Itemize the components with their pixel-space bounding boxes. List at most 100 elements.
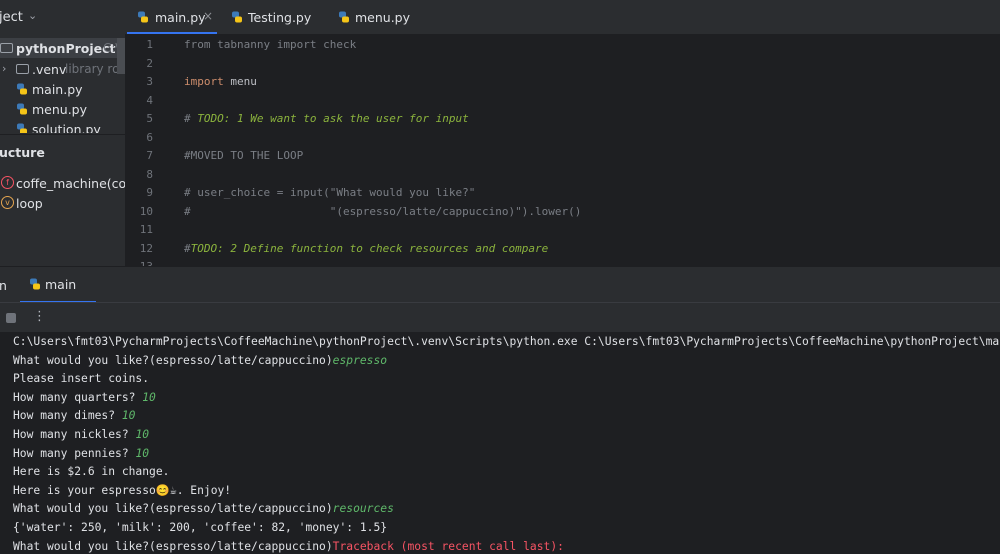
- code-line: #MOVED TO THE LOOP: [184, 149, 303, 162]
- line-number-gutter: 12345678910111213: [125, 34, 175, 273]
- code-line: from tabnanny import check: [184, 38, 356, 51]
- console-line: What would you like?(espresso/latte/capp…: [13, 354, 387, 367]
- line-number: 3: [146, 75, 153, 88]
- tree-item-menu-py[interactable]: menu.py: [0, 99, 125, 119]
- console-line: What would you like?(espresso/latte/capp…: [13, 502, 394, 515]
- code-token: #: [184, 112, 198, 125]
- tree-item-label: .venv: [32, 62, 67, 77]
- code-token: menu: [223, 75, 257, 88]
- run-console[interactable]: C:\Users\fmt03\PycharmProjects\CoffeeMac…: [0, 332, 1000, 554]
- code-token: # "(espresso/latte/cappuccino)").lower(): [184, 204, 582, 218]
- structure-item-coffe-machine[interactable]: f coffe_machine(coffee: [0, 173, 125, 193]
- tab-label: main.py: [155, 10, 206, 25]
- output-text: Here is your espresso😊☕. Enjoy!: [13, 483, 232, 497]
- python-file-icon: [17, 103, 27, 115]
- console-line: {'water': 250, 'milk': 200, 'coffee': 82…: [13, 521, 387, 534]
- editor-tab-bar: main.py × Testing.py menu.py: [125, 0, 1000, 35]
- code-token: #MOVED TO THE LOOP: [184, 149, 304, 162]
- run-tab-main[interactable]: main: [20, 267, 96, 303]
- line-number: 2: [146, 56, 153, 70]
- project-panel-header[interactable]: ject ⌄: [0, 0, 125, 34]
- line-number: 8: [146, 167, 153, 181]
- code-line: # TODO: 1 We want to ask the user for in…: [184, 112, 469, 125]
- console-line: Here is $2.6 in change.: [13, 465, 169, 478]
- user-input-text: 10: [142, 390, 156, 404]
- python-file-icon: [232, 11, 242, 23]
- tree-item-solution-py[interactable]: solution.py: [0, 119, 125, 133]
- code-line: # "(espresso/latte/cappuccino)").lower(): [184, 205, 581, 218]
- line-number: 9: [146, 186, 153, 199]
- line-number: 4: [146, 93, 153, 107]
- console-line: C:\Users\fmt03\PycharmProjects\CoffeeMac…: [13, 335, 1000, 348]
- close-icon[interactable]: ×: [203, 9, 213, 23]
- stop-icon[interactable]: [6, 313, 16, 323]
- console-line: Here is your espresso😊☕. Enjoy!: [13, 484, 231, 497]
- python-file-icon: [138, 11, 148, 23]
- code-token: import: [184, 75, 224, 88]
- output-text: How many nickles?: [13, 428, 136, 441]
- user-input-text: 10: [135, 446, 150, 460]
- output-text: Here is $2.6 in change.: [13, 465, 170, 479]
- line-number: 5: [146, 112, 153, 125]
- structure-item-loop[interactable]: v loop: [0, 193, 125, 213]
- user-input-text: 10: [135, 428, 150, 441]
- panel-divider: [0, 134, 125, 135]
- code-line: import menu: [184, 75, 257, 88]
- user-input-text: espresso: [332, 353, 388, 367]
- chevron-right-icon[interactable]: ›: [2, 62, 6, 75]
- python-file-icon: [339, 11, 349, 23]
- function-icon: f: [1, 176, 14, 189]
- tree-item-venv[interactable]: › .venv library root: [0, 59, 125, 79]
- tree-item-label: main.py: [32, 82, 83, 97]
- console-line: How many quarters? 10: [13, 391, 156, 404]
- code-editor[interactable]: from tabnanny import check import menu # T…: [175, 34, 1000, 266]
- console-line: How many pennies? 10: [13, 447, 149, 460]
- tree-item-pythonproject[interactable]: pythonProject C:\U: [0, 38, 125, 58]
- line-number: 1: [146, 38, 153, 51]
- more-options-icon[interactable]: ⋮: [33, 309, 46, 324]
- console-line: What would you like?(espresso/latte/capp…: [13, 540, 564, 553]
- output-text: How many pennies?: [13, 446, 136, 460]
- error-text: Traceback (most recent call last):: [332, 539, 564, 553]
- code-token: from tabnanny import check: [184, 38, 357, 51]
- tab-menu-py[interactable]: menu.py: [328, 0, 418, 34]
- project-panel-title: ject: [0, 10, 23, 25]
- variable-icon: v: [1, 196, 14, 209]
- tree-item-label: menu.py: [32, 102, 88, 117]
- code-token: TODO: 2 Define function to check resourc…: [190, 241, 549, 255]
- project-panel: ject ⌄ pythonProject C:\U › .venv librar…: [0, 0, 125, 266]
- code-line: #TODO: 2 Define function to check resour…: [184, 242, 548, 255]
- folder-icon: [0, 43, 13, 53]
- output-text: How many dimes?: [13, 409, 122, 423]
- output-text: C:\Users\fmt03\PycharmProjects\CoffeeMac…: [13, 335, 1000, 348]
- python-file-icon: [30, 278, 40, 290]
- output-text: What would you like?(espresso/latte/capp…: [13, 502, 333, 516]
- line-number: 7: [146, 149, 153, 162]
- code-token: # user_choice = input("What would you li…: [184, 186, 476, 199]
- structure-item-label: coffe_machine(coffee: [16, 176, 125, 191]
- code-token: #: [184, 241, 191, 255]
- user-input-text: resources: [332, 502, 394, 516]
- structure-title: ucture: [0, 145, 45, 160]
- tab-testing-py[interactable]: Testing.py: [221, 0, 321, 34]
- tree-item-main-py[interactable]: main.py: [0, 79, 125, 99]
- tab-main-py[interactable]: main.py ×: [127, 0, 217, 34]
- console-line: How many nickles? 10: [13, 428, 149, 441]
- structure-item-label: loop: [16, 196, 43, 211]
- run-toolbar: ⋮: [0, 302, 1000, 333]
- output-text: Please insert coins.: [13, 372, 150, 386]
- python-file-icon: [17, 83, 27, 95]
- tab-label: Testing.py: [248, 10, 312, 25]
- tab-label: menu.py: [355, 10, 411, 25]
- folder-icon: [16, 64, 29, 74]
- user-input-text: 10: [121, 409, 136, 423]
- python-file-icon: [17, 123, 27, 133]
- code-line: # user_choice = input("What would you li…: [184, 186, 475, 199]
- output-text: How many quarters?: [13, 390, 143, 404]
- output-text: What would you like?(espresso/latte/capp…: [13, 353, 333, 367]
- chevron-down-icon[interactable]: ⌄: [28, 9, 37, 22]
- output-text: {'water': 250, 'milk': 200, 'coffee': 82…: [13, 521, 388, 534]
- tree-item-label: pythonProject: [16, 41, 116, 56]
- run-side-tab[interactable]: n: [0, 278, 7, 293]
- run-tab-label: main: [45, 277, 77, 292]
